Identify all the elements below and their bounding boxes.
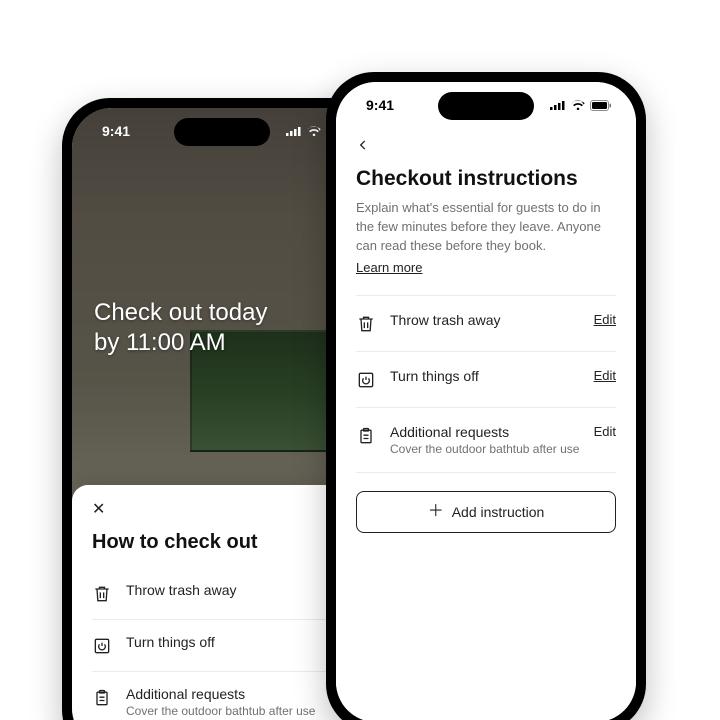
power-icon	[356, 369, 376, 391]
clipboard-icon	[356, 425, 376, 447]
item-title: Turn things off	[390, 368, 580, 384]
cellular-icon	[550, 100, 566, 110]
power-icon	[92, 635, 112, 657]
instruction-row: Throw trash away Edit	[356, 295, 616, 351]
edit-link[interactable]: Edit	[594, 312, 616, 327]
close-icon[interactable]: ✕	[92, 502, 105, 518]
sheet-title: How to check out	[92, 531, 352, 554]
item-title: Additional requests	[126, 686, 352, 702]
notch	[438, 92, 534, 120]
hero-line1: Check out today	[94, 298, 350, 328]
instruction-list: Throw trash away Edit Turn things off Ed…	[356, 295, 616, 473]
wifi-icon	[571, 100, 585, 110]
status-icons	[550, 100, 612, 111]
status-time: 9:41	[102, 123, 130, 139]
item-subtitle: Cover the outdoor bathtub after use	[390, 442, 580, 456]
cellular-icon	[286, 126, 302, 136]
item-title: Additional requests	[390, 424, 580, 440]
page-title: Checkout instructions	[356, 167, 616, 191]
item-title: Turn things off	[126, 634, 352, 650]
edit-link[interactable]: Edit	[594, 368, 616, 383]
hero-title: Check out today by 11:00 AM	[94, 298, 350, 358]
phone-host: 9:41 Checkout instructions Explain what'…	[326, 72, 646, 720]
battery-icon	[590, 100, 612, 111]
clipboard-icon	[92, 687, 112, 709]
instruction-row: Turn things off Edit	[356, 351, 616, 407]
wifi-icon	[307, 126, 321, 136]
list-item[interactable]: Throw trash away	[92, 568, 352, 620]
back-icon[interactable]	[356, 136, 370, 157]
learn-more-link[interactable]: Learn more	[356, 260, 422, 275]
trash-icon	[92, 583, 112, 605]
status-time: 9:41	[366, 97, 394, 113]
edit-link[interactable]: Edit	[594, 424, 616, 439]
instruction-row: Additional requests Cover the outdoor ba…	[356, 407, 616, 473]
content: Checkout instructions Explain what's ess…	[336, 82, 636, 720]
notch	[174, 118, 270, 146]
hero-line2: by 11:00 AM	[94, 328, 350, 358]
item-title: Throw trash away	[390, 312, 580, 328]
item-title: Throw trash away	[126, 582, 352, 598]
plus-icon: ＋	[428, 504, 444, 520]
list-item[interactable]: Turn things off	[92, 620, 352, 672]
item-subtitle: Cover the outdoor bathtub after use	[126, 704, 352, 718]
screen-host: 9:41 Checkout instructions Explain what'…	[336, 82, 636, 720]
add-instruction-button[interactable]: ＋ Add instruction	[356, 491, 616, 533]
list-item[interactable]: Additional requests Cover the outdoor ba…	[92, 672, 352, 720]
trash-icon	[356, 313, 376, 335]
page-description: Explain what's essential for guests to d…	[356, 199, 616, 256]
add-instruction-label: Add instruction	[452, 504, 545, 520]
